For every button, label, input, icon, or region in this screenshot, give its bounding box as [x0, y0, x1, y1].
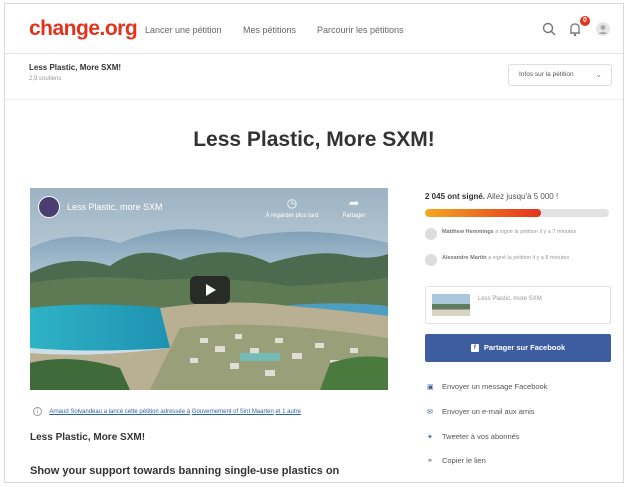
subheader-title: Less Plastic, More SXM!: [29, 63, 122, 72]
signature-progress-fill: [425, 209, 541, 217]
info-icon: i: [33, 407, 42, 416]
share-option-label: Tweeter à vos abonnés: [442, 432, 520, 441]
share-preview-card[interactable]: Less Plastic, more SXM: [425, 286, 611, 324]
signer-text: Matthew Hemmings a signé la pétition il …: [442, 228, 612, 236]
signature-goal: Allez jusqu'à 5 000 !: [486, 192, 559, 201]
share-facebook-button[interactable]: f Partager sur Facebook: [425, 334, 611, 362]
petition-info-label: Infos sur la pétition: [519, 71, 574, 78]
share-preview-caption: Less Plastic, more SXM: [478, 296, 542, 302]
petition-info-dropdown[interactable]: Infos sur la pétition ⌄: [508, 64, 612, 86]
share-arrow-icon: ➦: [348, 196, 360, 210]
mail-icon: ✉: [427, 409, 433, 416]
share-option-label: Copier le lien: [442, 456, 486, 465]
signature-count: 2 045 ont signé. Allez jusqu'à 5 000 !: [425, 192, 558, 201]
share-email-link[interactable]: ✉ Envoyer un e-mail aux amis: [427, 407, 535, 416]
messenger-icon: ▣: [427, 384, 434, 391]
share-twitter-link[interactable]: ✦ Tweeter à vos abonnés: [427, 432, 520, 441]
signer-avatar: [425, 228, 437, 240]
search-icon[interactable]: [541, 21, 557, 37]
share-preview-thumbnail: [432, 294, 470, 316]
petition-title: Less Plastic, More SXM!: [193, 128, 435, 151]
signer-name[interactable]: Alexandre Martin: [442, 255, 487, 261]
signer-text: Alexandre Martin a signé la pétition il …: [442, 254, 612, 262]
signer-avatar: [425, 254, 437, 266]
decision-maker-link[interactable]: Gouvernement of Sint Maarten: [192, 409, 274, 415]
signature-progress-bar: [425, 209, 609, 217]
petition-body-heading: Show your support towards banning single…: [30, 465, 340, 477]
nav-browse-petitions[interactable]: Parcourir les pétitions: [317, 25, 404, 35]
facebook-icon: f: [470, 344, 479, 353]
nav-start-petition[interactable]: Lancer une pétition: [145, 25, 222, 35]
channel-avatar[interactable]: [38, 196, 60, 218]
share-messenger-link[interactable]: ▣ Envoyer un message Facebook: [427, 382, 547, 391]
video-title[interactable]: Less Plastic, more SXM: [67, 202, 163, 212]
signer-action: a signé la pétition il y a 7 minutes: [495, 229, 577, 235]
petition-video[interactable]: Less Plastic, more SXM ◷ À regarder plus…: [30, 188, 388, 390]
petition-body-title: Less Plastic, More SXM!: [30, 432, 146, 443]
petition-starter-notice: i Arnaud Solvandeau a lancé cette pétiti…: [33, 407, 301, 416]
top-navigation: change.org Lancer une pétition Mes pétit…: [5, 4, 623, 54]
petition-subheader: Less Plastic, More SXM! 2,9 soutiens Inf…: [5, 55, 623, 100]
watch-later-label: À regarder plus tard: [265, 213, 319, 219]
share-option-label: Envoyer un message Facebook: [442, 382, 548, 391]
signature-count-value: 2 045 ont signé.: [425, 192, 486, 201]
nav-my-petitions[interactable]: Mes pétitions: [243, 25, 296, 35]
user-avatar-icon[interactable]: [595, 21, 611, 37]
copy-link-button[interactable]: ⚭ Copier le lien: [427, 456, 486, 465]
video-share-label: Partager: [342, 213, 366, 219]
link-icon: ⚭: [427, 458, 433, 465]
share-option-label: Envoyer un e-mail aux amis: [442, 407, 535, 416]
video-share-button[interactable]: ➦ Partager: [324, 196, 384, 219]
play-button[interactable]: [190, 276, 230, 304]
watch-later-button[interactable]: ◷ À regarder plus tard: [262, 196, 322, 219]
change-org-logo[interactable]: change.org: [29, 17, 138, 41]
chevron-down-icon: ⌄: [595, 70, 602, 79]
signer-action: a signé la pétition il y a 8 minutes: [488, 255, 570, 261]
clock-icon: ◷: [286, 196, 298, 210]
twitter-icon: ✦: [427, 434, 433, 441]
notice-prefix[interactable]: Arnaud Solvandeau a lancé cette pétition…: [49, 409, 190, 415]
share-facebook-label: Partager sur Facebook: [483, 343, 566, 352]
signer-name[interactable]: Matthew Hemmings: [442, 229, 494, 235]
notice-suffix[interactable]: et 1 autre: [276, 409, 301, 415]
notification-badge: 0: [580, 16, 590, 26]
subheader-supporters: 2,9 soutiens: [29, 76, 62, 82]
browser-page: change.org Lancer une pétition Mes pétit…: [4, 3, 624, 483]
